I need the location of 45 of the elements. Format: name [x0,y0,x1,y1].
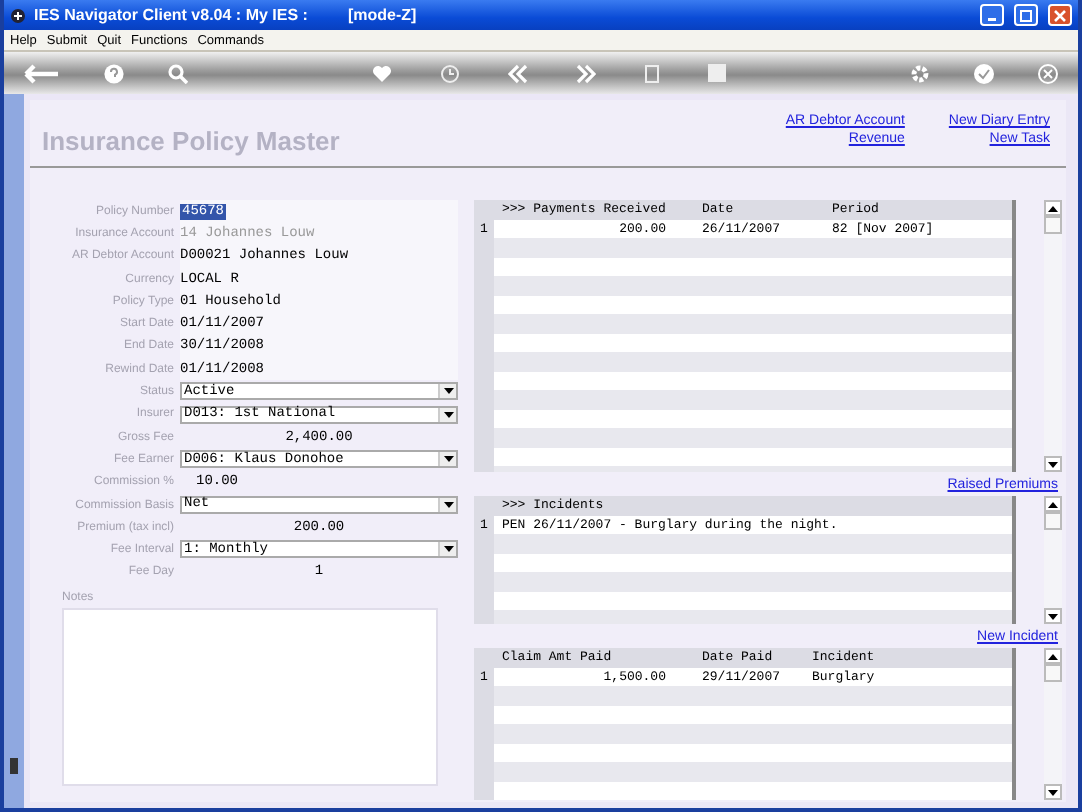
scrollbar[interactable] [1044,648,1062,800]
dropdown-arrow-icon [438,407,456,422]
scroll-down-button[interactable] [1044,456,1062,472]
scroll-down-button[interactable] [1044,784,1062,800]
scroll-up-button[interactable] [1044,200,1062,216]
minimize-button[interactable] [980,4,1004,26]
scrollbar[interactable] [1044,496,1062,624]
caret-up-icon [1048,205,1058,211]
scroll-up-button[interactable] [1044,648,1062,664]
scroll-up-button[interactable] [1044,496,1062,512]
scroll-thumb[interactable] [1044,512,1062,530]
help-icon[interactable] [104,63,124,83]
caret-down-icon [1048,613,1058,619]
dropdown-arrow-icon [438,497,456,512]
close-icon[interactable] [1038,63,1058,83]
search-icon[interactable] [168,63,188,83]
notes-field[interactable] [62,608,438,786]
gear-icon[interactable] [910,63,930,83]
clock-icon[interactable] [440,63,460,83]
app-icon [10,7,26,23]
back-arrow-icon[interactable] [24,63,60,83]
scrollbar[interactable] [1044,200,1062,472]
dropdown-arrow-icon [438,542,456,557]
scroll-down-button[interactable] [1044,608,1062,624]
check-icon[interactable] [974,63,994,83]
document-icon[interactable] [644,63,660,83]
dropdown-arrow-icon [438,384,456,399]
caret-up-icon [1048,653,1058,659]
tab-icon[interactable] [8,756,20,776]
close-button[interactable] [1048,4,1072,26]
maximize-button[interactable] [1014,4,1038,26]
dropdown-arrow-icon [438,452,456,467]
caret-up-icon [1048,501,1058,507]
maximize-icon [1020,9,1032,21]
scroll-thumb[interactable] [1044,664,1062,682]
mode-label: [mode-Z] [347,6,417,24]
heart-icon[interactable] [372,63,392,83]
scroll-thumb[interactable] [1044,216,1062,234]
caret-down-icon [1048,789,1058,795]
window-title: IES Navigator Client v8.04 : My IES : [34,6,308,24]
caret-down-icon [1048,461,1058,467]
fast-forward-icon[interactable] [576,63,596,83]
rewind-icon[interactable] [508,63,528,83]
close-icon [1054,9,1066,21]
page-title: Insurance Policy Master [42,126,340,156]
